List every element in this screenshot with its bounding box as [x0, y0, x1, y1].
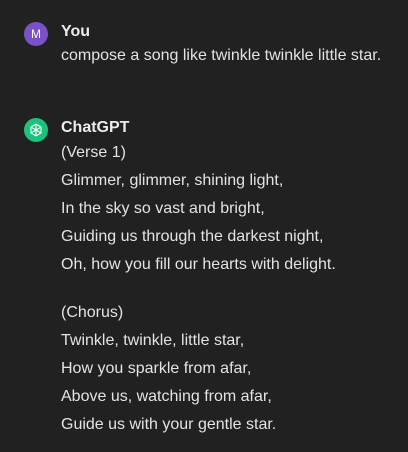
openai-logo-icon — [24, 118, 48, 142]
lyric-line: How you sparkle from afar, — [61, 360, 252, 377]
stanza-verse-1: (Verse 1) Glimmer, glimmer, shining ligh… — [61, 139, 408, 279]
song-lyrics: (Verse 1) Glimmer, glimmer, shining ligh… — [61, 139, 408, 439]
user-avatar: M — [24, 22, 48, 46]
lyric-line: Glimmer, glimmer, shining light, — [61, 172, 284, 189]
user-author-name: You — [61, 23, 91, 40]
chat-thread: M You compose a song like twinkle twinkl… — [0, 0, 408, 452]
lyric-line: Above us, watching from afar, — [61, 388, 272, 405]
lyric-line: (Chorus) — [61, 304, 124, 321]
user-message: M You compose a song like twinkle twinkl… — [24, 22, 408, 70]
assistant-message: ChatGPT (Verse 1) Glimmer, glimmer, shin… — [24, 118, 408, 439]
assistant-author-name: ChatGPT — [61, 119, 130, 136]
stanza-chorus: (Chorus) Twinkle, twinkle, little star, … — [61, 299, 408, 439]
user-message-text: compose a song like twinkle twinkle litt… — [61, 47, 382, 64]
lyric-line: Guide us with your gentle star. — [61, 416, 277, 433]
lyric-line: Guiding us through the darkest night, — [61, 228, 324, 245]
lyric-line: Twinkle, twinkle, little star, — [61, 332, 245, 349]
user-message-content: You compose a song like twinkle twinkle … — [61, 22, 408, 70]
lyric-line: (Verse 1) — [61, 144, 126, 161]
lyric-line: In the sky so vast and bright, — [61, 200, 265, 217]
lyric-line: Oh, how you fill our hearts with delight… — [61, 256, 336, 273]
assistant-message-content: ChatGPT (Verse 1) Glimmer, glimmer, shin… — [61, 118, 408, 439]
